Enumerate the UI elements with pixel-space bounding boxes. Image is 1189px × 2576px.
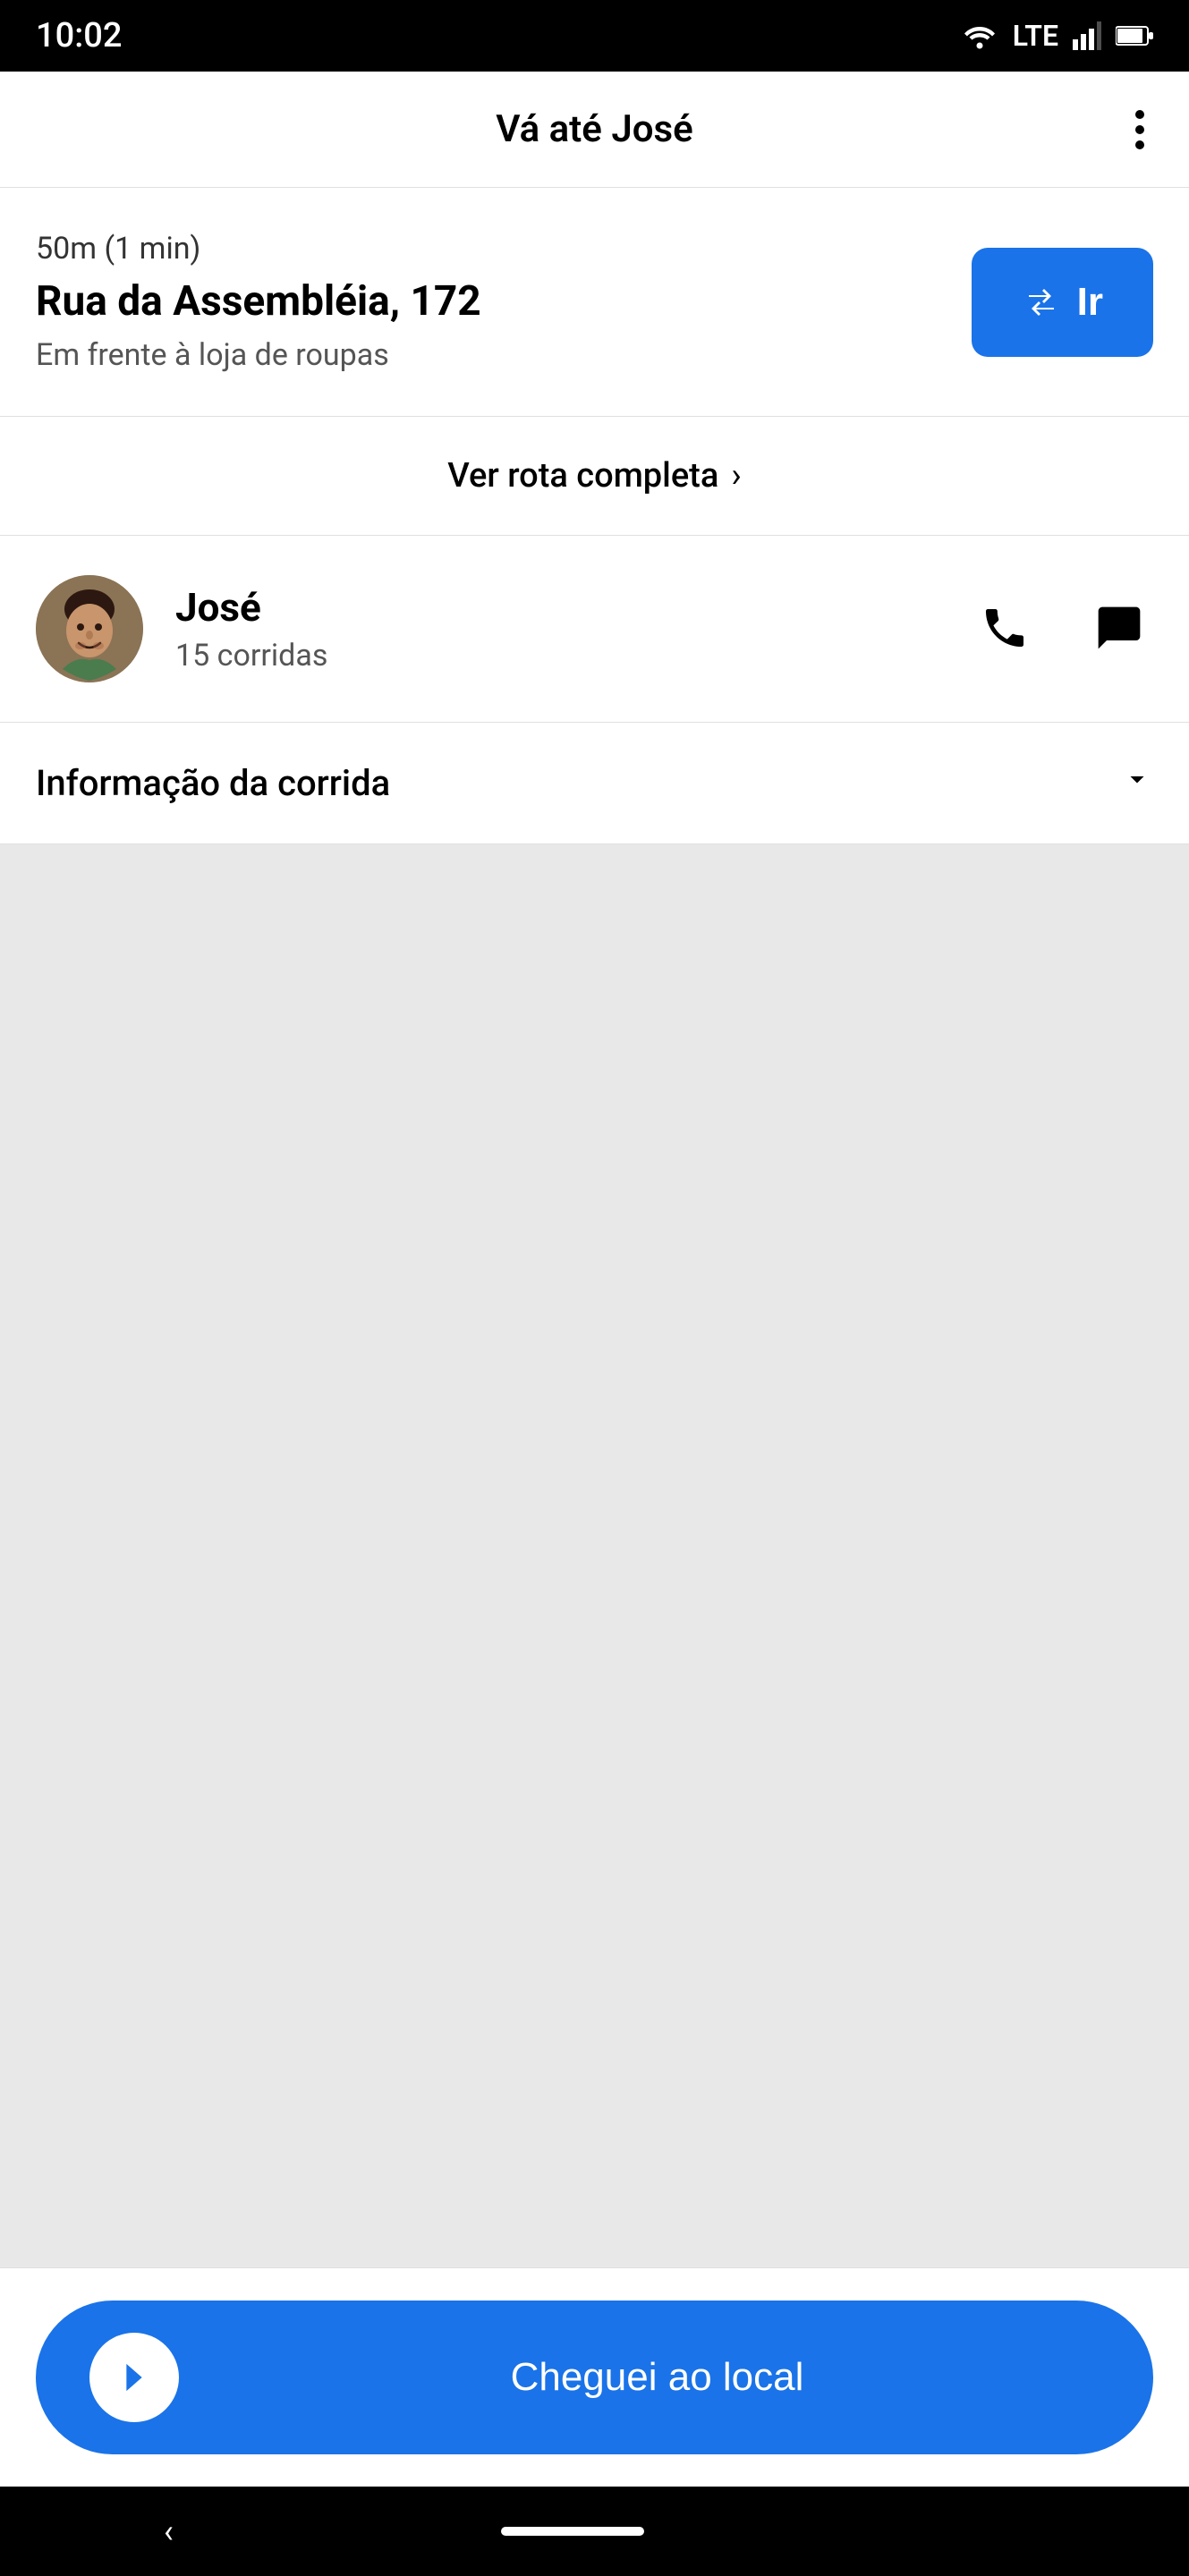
chevron-down-svg bbox=[1121, 763, 1153, 795]
header: Vá até José bbox=[0, 72, 1189, 188]
route-swap-icon bbox=[1022, 283, 1061, 322]
status-bar: 10:02 LTE bbox=[0, 0, 1189, 72]
passenger-actions bbox=[971, 594, 1153, 665]
arrived-button-label: Cheguei ao local bbox=[215, 2355, 1100, 2400]
bottom-section: Cheguei ao local bbox=[0, 2267, 1189, 2487]
bottom-nav: ‹ bbox=[0, 2487, 1189, 2576]
lte-label: LTE bbox=[1013, 19, 1058, 53]
go-button-label: Ir bbox=[1077, 280, 1103, 325]
arrow-right-icon bbox=[111, 2354, 157, 2401]
trip-info-label: Informação da corrida bbox=[36, 762, 390, 804]
route-landmark: Em frente à loja de roupas bbox=[36, 337, 945, 373]
app-container: Vá até José 50m (1 min) Rua da Assembléi… bbox=[0, 72, 1189, 2487]
message-icon bbox=[1094, 603, 1144, 653]
chevron-right-icon: › bbox=[731, 456, 741, 496]
arrived-arrow-circle bbox=[89, 2333, 179, 2422]
avatar-image bbox=[36, 575, 143, 682]
passenger-details: José 15 corridas bbox=[175, 584, 971, 674]
call-button[interactable] bbox=[971, 594, 1039, 665]
home-indicator[interactable] bbox=[501, 2527, 644, 2536]
trip-info-section[interactable]: Informação da corrida bbox=[0, 723, 1189, 844]
full-route-label: Ver rota completa bbox=[447, 456, 718, 496]
route-address: Rua da Assembléia, 172 bbox=[36, 277, 945, 326]
back-button[interactable]: ‹ bbox=[164, 2512, 174, 2550]
full-route-button[interactable]: Ver rota completa › bbox=[0, 417, 1189, 536]
status-icons: LTE bbox=[961, 19, 1153, 53]
passenger-info-section: José 15 corridas bbox=[0, 536, 1189, 723]
route-time-distance: 50m (1 min) bbox=[36, 231, 945, 267]
wifi-icon bbox=[961, 21, 998, 50]
status-time: 10:02 bbox=[36, 16, 122, 55]
message-button[interactable] bbox=[1085, 594, 1153, 665]
map-area bbox=[0, 844, 1189, 2267]
more-dots-icon bbox=[1135, 110, 1144, 149]
passenger-rides: 15 corridas bbox=[175, 638, 971, 674]
passenger-name: José bbox=[175, 584, 971, 631]
arrived-button[interactable]: Cheguei ao local bbox=[36, 2301, 1153, 2454]
page-title: Vá até José bbox=[496, 107, 692, 151]
chevron-down-icon bbox=[1121, 762, 1153, 804]
signal-icon bbox=[1073, 21, 1101, 50]
go-button[interactable]: Ir bbox=[972, 248, 1153, 357]
avatar bbox=[36, 575, 143, 682]
phone-icon bbox=[980, 603, 1030, 653]
route-info-section: 50m (1 min) Rua da Assembléia, 172 Em fr… bbox=[0, 188, 1189, 417]
route-details: 50m (1 min) Rua da Assembléia, 172 Em fr… bbox=[36, 231, 945, 373]
battery-icon bbox=[1116, 25, 1153, 47]
more-menu-button[interactable] bbox=[1126, 101, 1153, 158]
